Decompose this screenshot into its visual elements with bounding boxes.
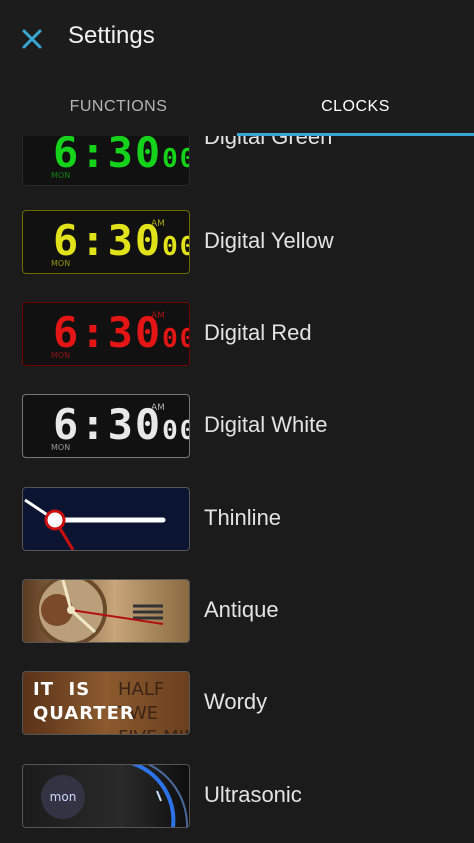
preview-day-label: MON: [51, 259, 71, 268]
preview-seconds: 00: [162, 416, 189, 446]
preview-time: 6:30: [53, 400, 163, 449]
clock-name: Ultrasonic: [204, 782, 302, 807]
clock-name: Digital White: [204, 412, 328, 437]
clock-preview-digital-red: 6:3000 AM MON: [22, 302, 190, 366]
tab-functions[interactable]: FUNCTIONS: [0, 78, 237, 136]
preview-day-label: MON: [51, 171, 71, 180]
clock-preview-digital-white: 6:3000 AM MON: [22, 394, 190, 458]
preview-time: 6:30: [53, 308, 163, 357]
clock-name: Wordy: [204, 689, 268, 714]
ultrasonic-clock-icon: [130, 765, 189, 827]
preview-day-label: MON: [51, 443, 71, 452]
preview-time: 6:30: [53, 216, 163, 265]
tab-bar: FUNCTIONS CLOCKS: [0, 78, 474, 136]
list-item[interactable]: mon Ultrasonic: [0, 764, 474, 832]
preview-ampm-label: AM: [151, 403, 165, 413]
page-title: Settings: [68, 22, 155, 49]
preview-seconds: 00: [162, 324, 189, 354]
clock-preview-antique: [22, 579, 190, 643]
list-item[interactable]: 6:3000 MON Digital Green: [0, 136, 474, 190]
list-item[interactable]: Antique: [0, 579, 474, 647]
clock-preview-ultrasonic: mon: [22, 764, 190, 828]
preview-words: IT IS QUARTER: [33, 679, 135, 724]
preview-day-label: MON: [51, 351, 71, 360]
list-item[interactable]: 6:3000 AM MON Digital White: [0, 394, 474, 462]
list-item[interactable]: Thinline: [0, 487, 474, 555]
clock-preview-digital-green: 6:3000 MON: [22, 136, 190, 186]
preview-seconds: 00: [162, 232, 189, 262]
close-icon[interactable]: [18, 25, 46, 53]
preview-ampm-label: AM: [151, 311, 165, 321]
clock-name: Thinline: [204, 505, 282, 530]
clock-list[interactable]: 6:3000 MON Digital Green 6:3000 AM MON D…: [0, 136, 474, 843]
thinline-clock-icon: [24, 498, 166, 550]
tab-clocks[interactable]: CLOCKS: [237, 78, 474, 136]
antique-clock-icon: [35, 580, 164, 642]
clock-name: Antique: [204, 597, 279, 622]
list-item[interactable]: 6:3000 AM MON Digital Yellow: [0, 210, 474, 278]
preview-seconds: 00: [162, 144, 189, 174]
preview-ampm-label: AM: [151, 219, 165, 229]
clock-name: Digital Yellow: [204, 228, 334, 253]
list-item[interactable]: 6:3000 AM MON Digital Red: [0, 302, 474, 370]
clock-preview-thinline: [22, 487, 190, 551]
clock-preview-wordy: HALF TWE FIVE MINUTES IT IS QUARTER: [22, 671, 190, 735]
app-bar: Settings: [0, 0, 474, 78]
list-item[interactable]: HALF TWE FIVE MINUTES IT IS QUARTER Word…: [0, 671, 474, 739]
clock-name: Digital Red: [204, 320, 312, 345]
clock-preview-digital-yellow: 6:3000 AM MON: [22, 210, 190, 274]
clock-name: Digital Green: [204, 136, 333, 149]
